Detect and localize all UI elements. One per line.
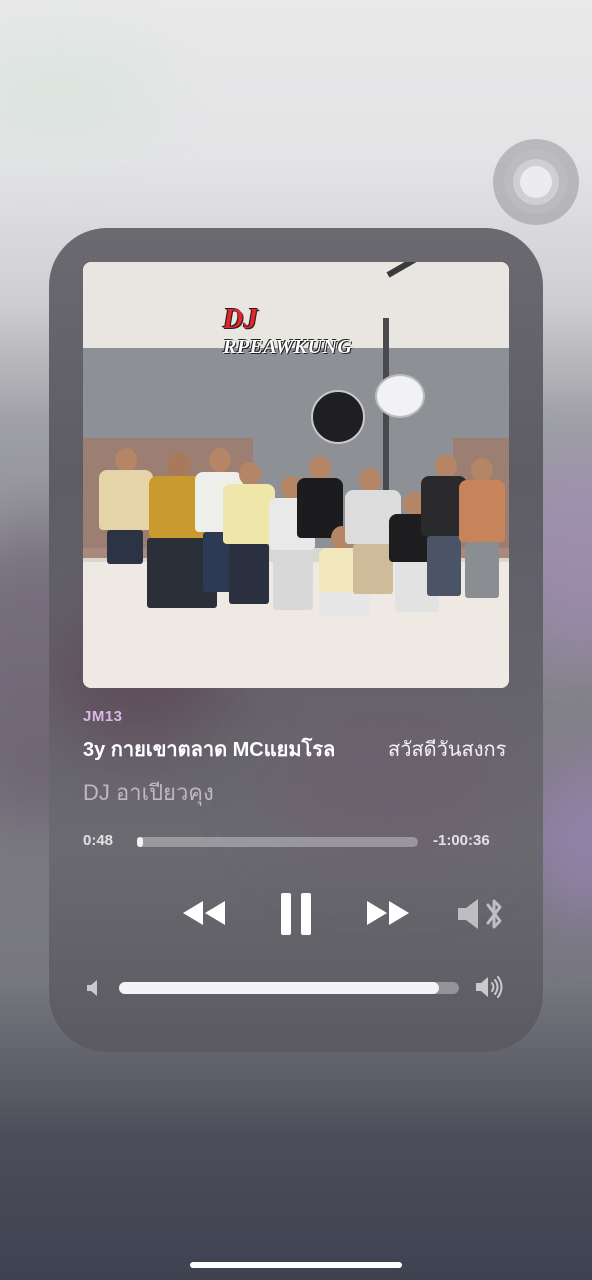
- rewind-icon: [183, 901, 225, 925]
- fast-forward-button[interactable]: [361, 890, 415, 936]
- volume-fill: [119, 982, 439, 994]
- song-title-part1: 3y กายเขาตลาด MCแยมโรล: [83, 739, 336, 761]
- rewind-button[interactable]: [177, 890, 231, 936]
- song-title-part2: สวัสดีวันสงกร: [388, 739, 507, 761]
- remaining-time: -1:00:36: [433, 832, 490, 849]
- assistive-touch-ring: [504, 150, 568, 214]
- album-label: JM13: [83, 708, 123, 725]
- speaker-low-icon: [87, 980, 97, 996]
- bluetooth-speaker-icon: [458, 899, 502, 929]
- artwork-logo: DJ RPEAWKUNG: [223, 304, 353, 358]
- now-playing-widget: DJ RPEAWKUNG JM13 3y กายเขาตลาด MCแยมโรล…: [49, 228, 543, 1052]
- assistive-touch-button[interactable]: [493, 139, 579, 225]
- volume-slider[interactable]: [119, 982, 459, 994]
- album-artwork[interactable]: DJ RPEAWKUNG: [83, 262, 509, 688]
- home-indicator[interactable]: [190, 1262, 402, 1268]
- wall-sign: [311, 390, 365, 444]
- artist-name[interactable]: DJ อาเปียวคุง: [83, 775, 214, 810]
- pause-icon: [281, 893, 311, 935]
- volume-low-indicator: [83, 976, 103, 1000]
- elapsed-time: 0:48: [83, 832, 114, 849]
- volume-high-indicator: [473, 972, 507, 1002]
- wall-fan: [375, 374, 425, 418]
- speaker-high-icon: [476, 976, 503, 998]
- song-title[interactable]: 3y กายเขาตลาด MCแยมโรล สวัสดีวันสงกร: [83, 733, 509, 767]
- audio-output-button[interactable]: [451, 892, 509, 936]
- playback-scrubber[interactable]: [137, 837, 418, 847]
- playback-progress-fill: [137, 837, 143, 847]
- fast-forward-icon: [367, 901, 409, 925]
- pause-button[interactable]: [271, 888, 321, 940]
